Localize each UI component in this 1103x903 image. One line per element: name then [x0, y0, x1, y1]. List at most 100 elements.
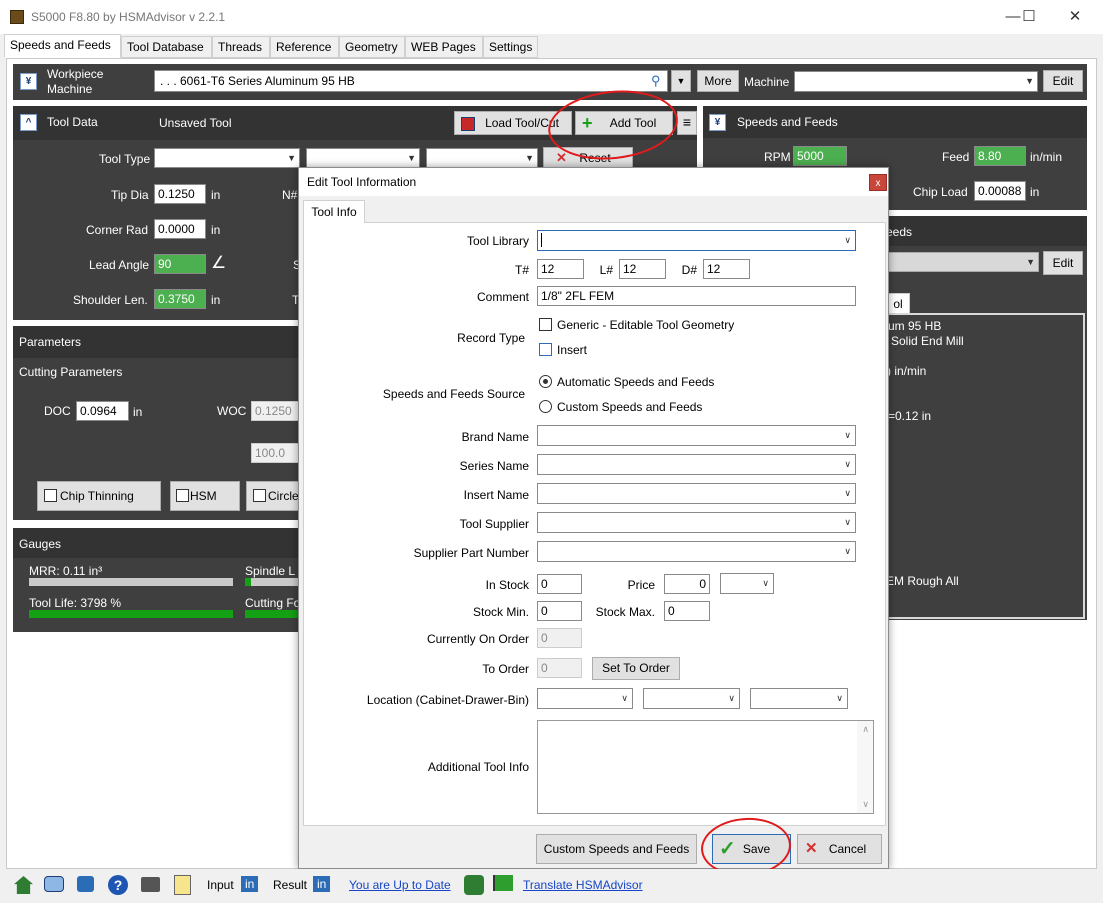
results-tab[interactable]: ol: [886, 293, 910, 314]
machine-select[interactable]: proLIGHT 2000(5000RPM/1 HP) ▼: [794, 71, 1038, 92]
input-unit-badge[interactable]: in: [241, 876, 259, 892]
x-icon: ✕: [556, 150, 567, 165]
more-button[interactable]: More: [697, 70, 739, 92]
d-number-input[interactable]: 12: [703, 259, 750, 279]
chevron-down-icon: ∨: [844, 517, 851, 527]
d-number-label: D#: [681, 263, 697, 277]
tab-speeds-and-feeds[interactable]: Speeds and Feeds: [4, 34, 121, 58]
auto-speeds-radio[interactable]: [539, 375, 552, 388]
search-icon[interactable]: ⚲: [651, 73, 661, 89]
tab-geometry[interactable]: Geometry: [339, 36, 405, 58]
woc-input[interactable]: 0.1250: [251, 401, 303, 421]
dialog-close-button[interactable]: x: [869, 174, 887, 191]
tool-supplier-select[interactable]: ∨: [537, 512, 856, 533]
l-number-input[interactable]: 12: [619, 259, 666, 279]
circle-checkbox[interactable]: [253, 489, 266, 502]
notes-icon[interactable]: [174, 875, 191, 895]
cabinet-select[interactable]: ∨: [537, 688, 633, 709]
translate-link[interactable]: Translate HSMAdvisor: [523, 878, 643, 892]
result-unit-badge[interactable]: in: [313, 876, 331, 892]
shoulder-len-input[interactable]: 0.3750: [154, 289, 206, 309]
drawer-select[interactable]: ∨: [643, 688, 740, 709]
results-edit-button[interactable]: Edit: [1043, 251, 1083, 275]
tip-dia-input[interactable]: 0.1250: [154, 184, 206, 204]
set-to-order-button[interactable]: Set To Order: [592, 657, 680, 680]
close-window-button[interactable]: ✕: [1052, 4, 1098, 30]
hsm-checkbox[interactable]: [176, 489, 189, 502]
currency-select[interactable]: ∨: [720, 573, 774, 594]
chevron-down-icon: ▼: [1025, 76, 1034, 86]
angle-icon: ∠: [211, 253, 227, 272]
dialog-title: Edit Tool Information: [307, 175, 417, 189]
scroll-up-icon[interactable]: ∧: [862, 724, 869, 735]
result-line-tool: Solid End Mill: [891, 334, 964, 348]
tool-library-select[interactable]: ∨: [537, 230, 856, 251]
feed-label: Feed: [942, 150, 970, 164]
price-input[interactable]: 0: [664, 574, 710, 594]
custom-speeds-button[interactable]: Custom Speeds and Feeds: [536, 834, 697, 864]
lead-angle-input[interactable]: 90: [154, 254, 206, 274]
comment-icon[interactable]: [77, 876, 94, 892]
tool-type-select[interactable]: Solid End Mill ▼: [154, 148, 300, 168]
tip-dia-unit: in: [211, 188, 221, 202]
tab-tool-database[interactable]: Tool Database: [121, 36, 212, 58]
help-icon[interactable]: ?: [108, 875, 128, 895]
chevron-down-icon: ▼: [287, 153, 296, 163]
maximize-button[interactable]: ☐: [1006, 4, 1052, 30]
generic-checkbox[interactable]: [539, 318, 552, 331]
woc-percent-input[interactable]: 100.0: [251, 443, 303, 463]
result-line-material: um 95 HB: [888, 319, 942, 333]
tab-reference[interactable]: Reference: [270, 36, 339, 58]
home-icon[interactable]: [14, 876, 33, 894]
chevron-down-icon[interactable]: ¥: [709, 114, 726, 131]
scroll-down-icon[interactable]: ∨: [862, 799, 869, 810]
chat-icon[interactable]: [44, 876, 64, 892]
tab-settings[interactable]: Settings: [483, 36, 538, 58]
tab-threads[interactable]: Threads: [212, 36, 270, 58]
stock-max-input[interactable]: 0: [664, 601, 710, 621]
corner-rad-input[interactable]: 0.0000: [154, 219, 206, 239]
cutting-force-gauge: [245, 610, 303, 618]
workpiece-bar: ¥ Workpiece Machine . . . 6061-T6 Series…: [13, 64, 1087, 100]
in-stock-input[interactable]: 0: [537, 574, 582, 594]
supplier-part-select[interactable]: ∨: [537, 541, 856, 562]
edit-tool-dialog: Edit Tool Information x Tool Info Tool L…: [298, 167, 889, 869]
doc-input[interactable]: 0.0964: [76, 401, 129, 421]
to-order-input: 0: [537, 658, 582, 678]
insert-checkbox[interactable]: [539, 343, 552, 356]
tool-material-select[interactable]: Carbide ▼: [306, 148, 420, 168]
additional-info-textarea[interactable]: ∧ ∨: [537, 720, 874, 814]
custom-speeds-label: Custom Speeds and Feeds: [557, 400, 703, 414]
up-to-date-link[interactable]: You are Up to Date: [349, 878, 451, 892]
tab-tool-info[interactable]: Tool Info: [303, 200, 365, 223]
gauges-panel: Gauges MRR: 0.11 in³ Spindle L Tool Life…: [13, 528, 303, 632]
bin-select[interactable]: ∨: [750, 688, 848, 709]
custom-speeds-radio[interactable]: [539, 400, 552, 413]
chevron-down-icon[interactable]: ¥: [20, 73, 37, 90]
brand-name-select[interactable]: ∨: [537, 425, 856, 446]
rpm-input[interactable]: 5000: [793, 146, 847, 166]
window-title: S5000 F8.80 by HSMAdvisor v 2.2.1: [31, 10, 226, 24]
tool-life-gauge-fill: [29, 610, 233, 618]
series-name-select[interactable]: ∨: [537, 454, 856, 475]
chevron-up-icon[interactable]: ^: [20, 114, 37, 131]
printer-icon[interactable]: [141, 877, 160, 892]
feed-input[interactable]: 8.80: [974, 146, 1026, 166]
stock-min-input[interactable]: 0: [537, 601, 582, 621]
menu-icon[interactable]: ≡: [677, 111, 697, 135]
machine-edit-button[interactable]: Edit: [1043, 70, 1083, 92]
flag-icon[interactable]: [493, 875, 513, 891]
comment-input[interactable]: 1/8" 2FL FEM: [537, 286, 856, 306]
insert-name-select[interactable]: ∨: [537, 483, 856, 504]
coating-select[interactable]: None ▼: [426, 148, 538, 168]
chip-thinning-checkbox[interactable]: ✓: [44, 489, 57, 502]
database-icon[interactable]: [464, 875, 484, 895]
tool-name: Unsaved Tool: [159, 116, 232, 130]
material-input[interactable]: . . . 6061-T6 Series Aluminum 95 HB: [154, 70, 668, 92]
material-dropdown-button[interactable]: ▼: [671, 70, 691, 92]
tool-life-gauge: [29, 610, 233, 618]
t-number-input[interactable]: 12: [537, 259, 584, 279]
tab-web-pages[interactable]: WEB Pages: [405, 36, 483, 58]
chip-load-input[interactable]: 0.00088: [974, 181, 1026, 201]
results-select[interactable]: ▼: [886, 252, 1039, 272]
